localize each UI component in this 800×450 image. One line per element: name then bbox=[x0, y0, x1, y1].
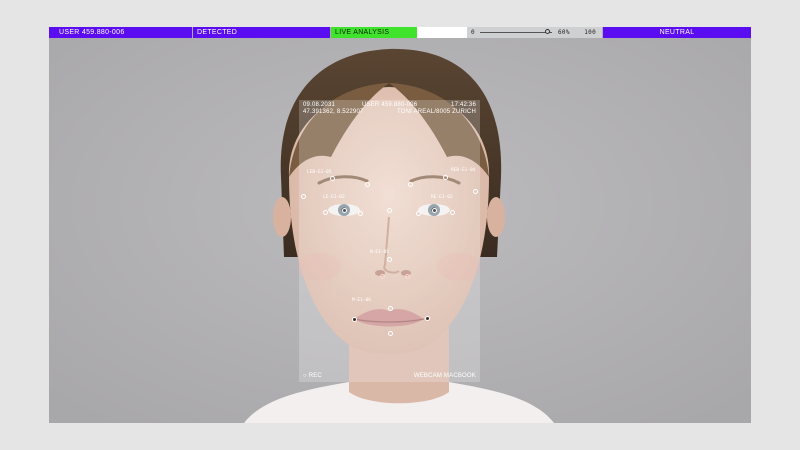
landmark-point bbox=[387, 305, 393, 311]
landmark-label-nose: N-E1-05 bbox=[370, 250, 389, 255]
landmark-label-mouth: M-E1-06 bbox=[352, 298, 371, 303]
landmark-point bbox=[387, 330, 393, 336]
landmark-point bbox=[431, 207, 437, 213]
landmark-point bbox=[472, 188, 478, 194]
landmark-point bbox=[404, 273, 410, 279]
landmark-point bbox=[329, 175, 335, 181]
slider-min-label: 0 bbox=[471, 29, 475, 36]
landmark-point bbox=[415, 210, 421, 216]
overlay-location: TONI AREAL/8005 ZURICH bbox=[397, 109, 476, 115]
landmark-label-right-eye: RE-E1-02 bbox=[431, 195, 453, 200]
landmark-point bbox=[357, 210, 363, 216]
overlay-coordinates: 47.391362, 8.522907 bbox=[303, 109, 364, 115]
slider-value: 60% bbox=[558, 29, 570, 36]
analysis-overlay: 09.08.2031 USER 459.880-006 17:42:36 47.… bbox=[299, 100, 480, 382]
user-id-label: USER 459.880-006 bbox=[49, 27, 192, 38]
landmark-point bbox=[449, 209, 455, 215]
landmark-point bbox=[442, 174, 448, 180]
landmark-point bbox=[386, 256, 392, 262]
emotion-label: NEUTRAL bbox=[603, 27, 751, 38]
landmark-label-left-eye: LE-E1-02 bbox=[323, 195, 345, 200]
camera-frame: 09.08.2031 USER 459.880-006 17:42:36 47.… bbox=[49, 27, 751, 423]
landmark-point bbox=[351, 316, 357, 322]
status-blank-segment bbox=[417, 27, 467, 38]
status-bar: USER 459.880-006 DETECTED LIVE ANALYSIS … bbox=[49, 27, 751, 38]
slider-track[interactable] bbox=[480, 32, 552, 33]
landmark-point bbox=[341, 207, 347, 213]
rec-indicator: ○ REC bbox=[303, 373, 322, 379]
confidence-slider[interactable]: 0 60% 100 bbox=[467, 27, 602, 38]
landmark-label-right-brow: REB-E1-04 bbox=[451, 168, 476, 173]
landmark-point bbox=[322, 209, 328, 215]
overlay-date: 09.08.2031 bbox=[303, 102, 336, 108]
landmark-point bbox=[300, 193, 306, 199]
landmark-label-left-brow: LEB-E1-05 bbox=[307, 170, 332, 175]
landmark-point bbox=[379, 273, 385, 279]
live-analysis-indicator: LIVE ANALYSIS bbox=[331, 27, 417, 38]
landmark-point bbox=[407, 181, 413, 187]
landmark-point bbox=[424, 315, 430, 321]
slider-max-label: 100 bbox=[584, 29, 596, 36]
overlay-time: 17:42:36 bbox=[451, 102, 476, 108]
overlay-user-id: USER 459.880-006 bbox=[362, 102, 418, 108]
camera-source: WEBCAM MACBOOK bbox=[413, 373, 476, 379]
detection-status: DETECTED bbox=[193, 27, 330, 38]
landmark-point bbox=[386, 207, 392, 213]
slider-handle[interactable] bbox=[545, 29, 551, 34]
landmark-point bbox=[364, 181, 370, 187]
